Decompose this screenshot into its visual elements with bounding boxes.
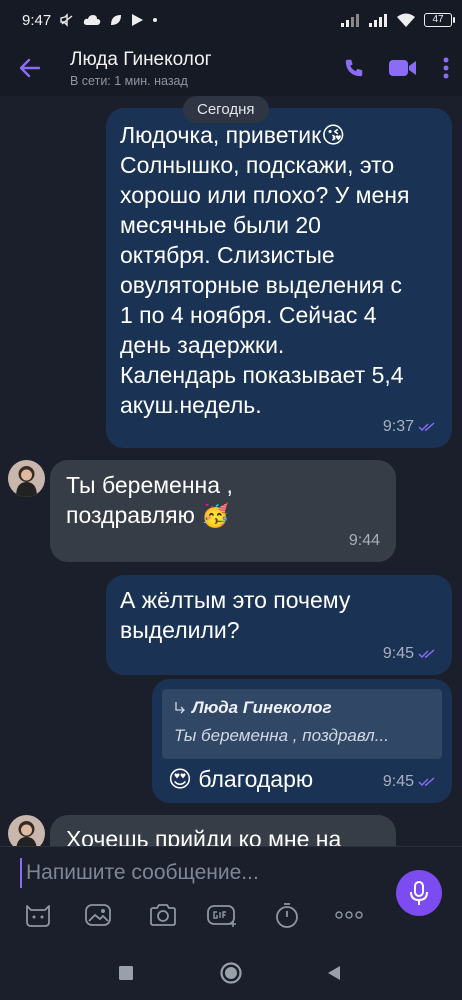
recent-apps-button[interactable] [112, 960, 140, 986]
gallery-icon [85, 904, 111, 926]
message-line: выделили? [120, 617, 240, 643]
square-icon [119, 966, 133, 980]
message-line: Солнышко, подскажи, это [120, 152, 395, 178]
message-line: 😍 благодарю [168, 766, 314, 792]
play-store-icon [131, 13, 144, 27]
message-line: Ты беременна , [66, 472, 233, 498]
more-vertical-icon [443, 57, 449, 79]
message-line: Хочешь прийди ко мне на [66, 826, 342, 846]
chat-title-area[interactable]: Люда Гинеколог В сети: 1 мин. назад [60, 49, 212, 88]
sticker-button[interactable] [21, 900, 55, 930]
chat-header: Люда Гинеколог В сети: 1 мин. назад [0, 40, 462, 96]
gif-icon [207, 905, 236, 927]
mute-icon [59, 12, 75, 28]
phone-icon [345, 59, 363, 77]
more-tools-button[interactable] [332, 900, 366, 930]
call-button[interactable] [332, 40, 376, 96]
message-line: месячные были 20 [120, 212, 321, 238]
message-line: А жёлтым это почему [120, 587, 351, 613]
message-meta: 9:45 [383, 645, 436, 663]
dot-icon [152, 17, 158, 23]
message-time: 9:37 [382, 418, 414, 435]
message-bubble-outgoing-reply[interactable]: Люда Гинеколог Ты беременна , поздравл..… [152, 679, 452, 803]
camera-button[interactable] [146, 900, 180, 930]
camera-icon [150, 904, 176, 926]
back-nav-button[interactable] [320, 960, 348, 986]
back-button[interactable] [0, 40, 60, 96]
avatar[interactable] [8, 460, 45, 497]
leaf-icon [109, 13, 123, 27]
date-divider: Сегодня [183, 96, 269, 123]
voice-message-button[interactable] [396, 870, 442, 916]
signal-icon-2 [368, 13, 388, 27]
message-bubble-incoming[interactable]: Хочешь прийди ко мне на [50, 815, 396, 846]
timer-icon [276, 903, 298, 928]
reply-arrow-icon [175, 702, 185, 714]
home-circle-icon [220, 962, 242, 984]
message-line: поздравляю 🥳 [66, 502, 230, 528]
message-bubble-incoming[interactable]: Ты беременна , поздравляю 🥳 9:44 [50, 460, 396, 562]
contact-status: В сети: 1 мин. назад [70, 73, 188, 88]
more-options-button[interactable] [430, 40, 462, 96]
wifi-icon [396, 13, 416, 28]
gallery-button[interactable] [81, 900, 115, 930]
message-line: Людочка, приветик😘 [120, 122, 346, 148]
message-bubble-outgoing[interactable]: Людочка, приветик😘 Солнышко, подскажи, э… [106, 108, 452, 448]
message-line: Календарь показывает 5,4 [120, 362, 404, 388]
microphone-icon [410, 881, 428, 905]
message-line: акуш.недель. [120, 392, 262, 418]
message-input[interactable] [20, 858, 380, 888]
more-horizontal-icon [335, 911, 363, 919]
reply-author: Люда Гинеколог [192, 698, 332, 717]
double-check-icon [418, 649, 435, 658]
video-camera-icon [389, 60, 416, 76]
timer-button[interactable] [270, 900, 304, 930]
triangle-back-icon [328, 966, 340, 980]
status-bar: 9:47 47 [0, 0, 462, 40]
cloud-icon [83, 14, 101, 26]
reply-text: Ты беременна , поздравл... [174, 726, 389, 745]
sticker-icon [26, 905, 50, 927]
battery-indicator: 47 [424, 13, 455, 27]
message-time: 9:44 [348, 532, 380, 549]
video-call-button[interactable] [376, 40, 430, 96]
message-meta: 9:45 [383, 773, 436, 791]
status-time: 9:47 [22, 11, 52, 29]
signal-icon-1 [340, 13, 360, 27]
message-meta: 9:37 [383, 418, 436, 436]
message-list[interactable]: Сегодня Людочка, приветик😘 Солнышко, под… [0, 96, 462, 846]
composer [0, 846, 462, 946]
message-time: 9:45 [382, 645, 414, 662]
home-button[interactable] [217, 960, 245, 986]
avatar[interactable] [8, 815, 45, 846]
message-time: 9:45 [382, 773, 414, 790]
message-meta: 9:44 [349, 532, 380, 550]
message-bubble-outgoing[interactable]: А жёлтым это почему выделили? 9:45 [106, 575, 452, 675]
system-navigation-bar [0, 946, 462, 1000]
arrow-left-icon [19, 58, 41, 78]
message-line: 1 по 4 ноября. Сейчас 4 [120, 302, 377, 328]
double-check-icon [418, 777, 435, 786]
reply-quote[interactable]: Люда Гинеколог Ты беременна , поздравл..… [162, 689, 442, 759]
message-line: октября. Слизистые [120, 242, 335, 268]
message-line: хорошо или плохо? У меня [120, 182, 410, 208]
gif-button[interactable] [205, 900, 239, 930]
message-line: овуляторные выделения с [120, 272, 402, 298]
contact-name: Люда Гинеколог [70, 48, 212, 70]
double-check-icon [418, 422, 435, 431]
divider [0, 846, 462, 847]
message-line: день задержки. [120, 332, 285, 358]
